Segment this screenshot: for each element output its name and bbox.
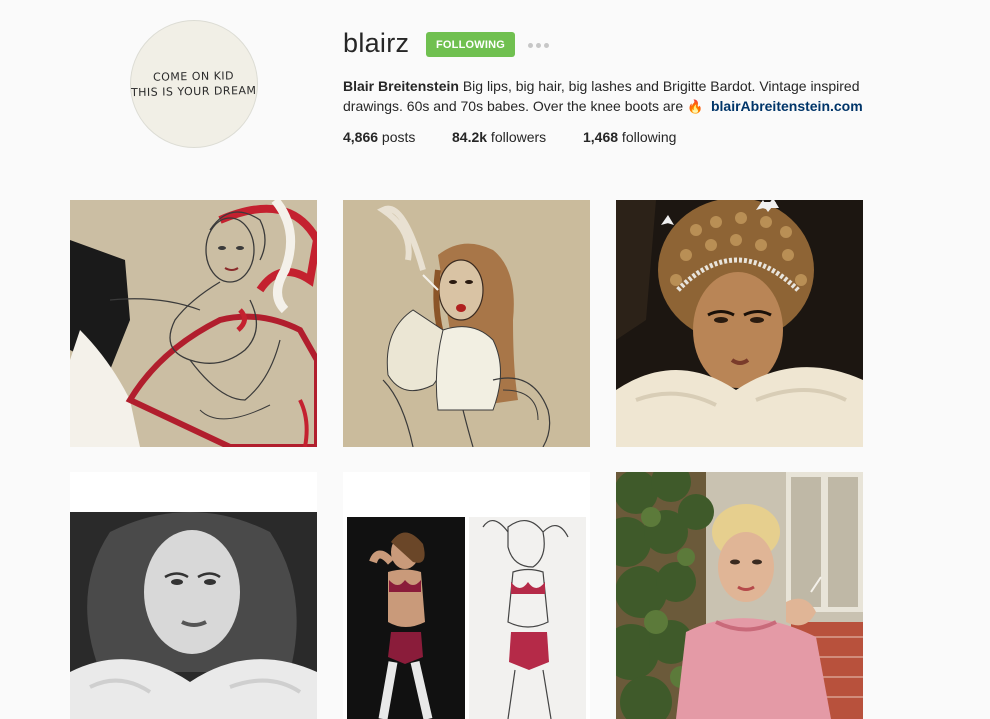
followers-count-label: followers [487,129,547,145]
post-image-lingerie-collage [343,472,590,719]
post-image-sketch-red [70,200,317,447]
posts-count-value: 4,866 [343,129,379,145]
bio-full-name: Blair Breitenstein [343,78,459,94]
avatar-text-line2: THIS IS YOUR DREAM [131,83,257,100]
website-link[interactable]: blairAbreitenstein.com [711,98,863,114]
posts-count: 4,866 posts [343,129,452,145]
post-thumbnail[interactable] [343,472,590,719]
post-image-bw-photo [70,472,317,719]
post-image-drawing-smoking [343,200,590,447]
following-count-value: 1,468 [583,129,619,145]
post-thumbnail[interactable] [616,472,863,719]
fire-emoji-icon: 🔥 [687,99,704,114]
post-thumbnail[interactable] [616,200,863,447]
followers-link[interactable]: 84.2k followers [452,129,583,145]
following-button[interactable]: FOLLOWING [426,32,515,57]
more-options-icon[interactable] [528,40,550,50]
posts-count-label: posts [378,129,416,145]
avatar[interactable]: COME ON KID THIS IS YOUR DREAM [130,20,258,148]
following-count-label: following [618,129,677,145]
followers-count-value: 84.2k [452,129,488,145]
profile-stats: 4,866 posts 84.2k followers 1,468 follow… [343,129,676,145]
post-image-blonde-photo [616,472,863,719]
post-thumbnail[interactable] [70,472,317,719]
username: blairz [343,28,410,58]
following-link[interactable]: 1,468 following [583,129,676,145]
post-thumbnail[interactable] [343,200,590,447]
avatar-text-line1: COME ON KID [153,69,235,84]
profile-header: COME ON KID THIS IS YOUR DREAM blairz FO… [0,0,990,180]
post-thumbnail[interactable] [70,200,317,447]
post-image-headdress-photo [616,200,863,447]
bio: Blair Breitenstein Big lips, big hair, b… [343,76,873,117]
